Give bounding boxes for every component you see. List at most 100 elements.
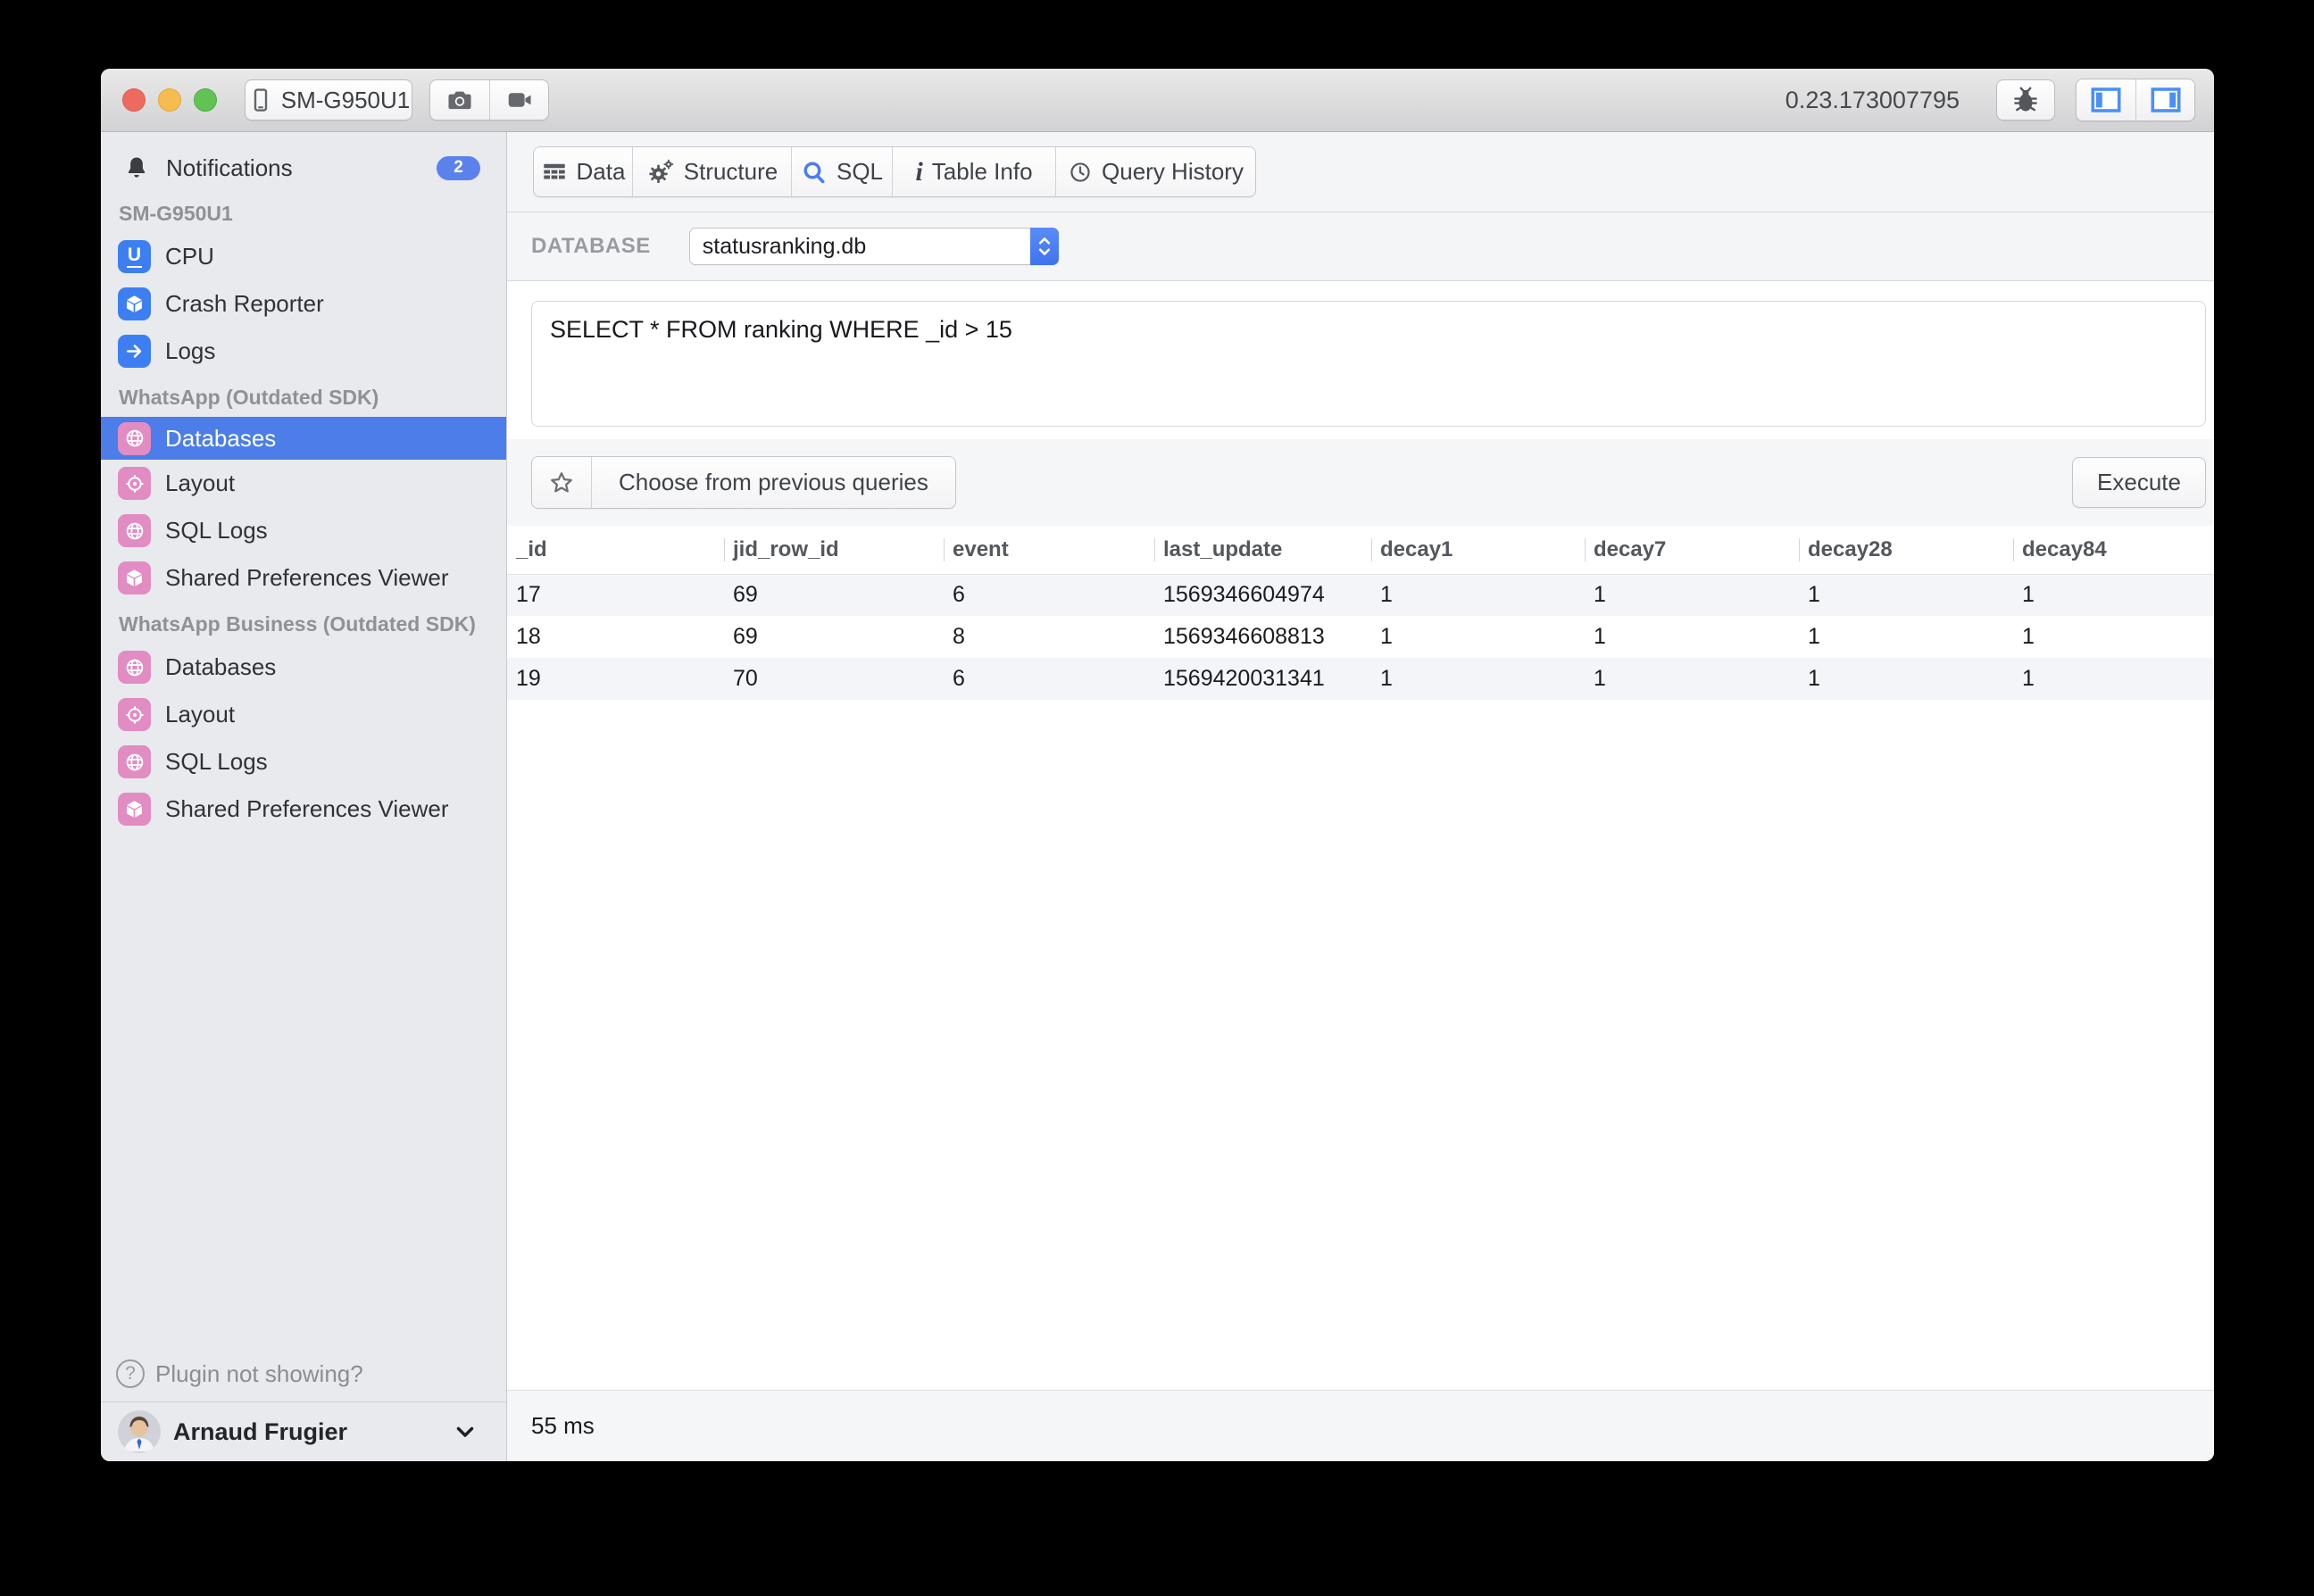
traffic-lights [122,69,217,131]
table-cell: 1 [1371,574,1585,616]
plugin-help-link[interactable]: ? Plugin not showing? [101,1346,506,1401]
sidebar-item-sql-logs[interactable]: SQL Logs [101,738,506,786]
tab-query-history[interactable]: Query History [1055,147,1255,196]
table-cell: 1 [2013,616,2214,658]
globe-icon [118,651,151,684]
database-label: DATABASE [531,234,651,259]
tab-label: Table Info [932,158,1033,186]
column-header-decay1[interactable]: decay1 [1371,526,1585,574]
column-header-decay28[interactable]: decay28 [1799,526,2013,574]
query-editor-section: SELECT * FROM ranking WHERE _id > 15 [507,281,2214,439]
screen-record-button[interactable] [489,80,548,120]
table-cell: 1569420031341 [1154,658,1371,700]
plugin-label: Shared Preferences Viewer [165,564,448,592]
tab-label: Structure [684,158,778,186]
right-panel-icon [2150,85,2182,115]
notifications-label: Notifications [166,154,293,182]
table-cell: 6 [944,574,1154,616]
table-cell: 6 [944,658,1154,700]
table-cell: 1 [1371,658,1585,700]
star-icon [548,470,575,496]
sidebar-section-header: WhatsApp Business (Outdated SDK) [101,602,506,644]
cube-icon [118,561,151,594]
cpu-icon: U [118,240,151,273]
sidebar-section-header: SM-G950U1 [101,191,506,233]
database-select-value: statusranking.db [703,234,866,260]
user-menu[interactable]: Arnaud Frugier [101,1401,506,1461]
search-icon [801,159,828,186]
choose-previous-queries-button[interactable]: Choose from previous queries [591,457,955,508]
sidebar-item-crash-reporter[interactable]: Crash Reporter [101,280,506,328]
table-cell: 1 [1585,616,1799,658]
column-header-event[interactable]: event [944,526,1154,574]
table-row[interactable]: 1769615693466049741111 [507,574,2214,616]
tab-table-info[interactable]: iTable Info [892,147,1055,196]
capture-button-group [429,79,549,121]
sql-query-input[interactable]: SELECT * FROM ranking WHERE _id > 15 [531,301,2206,427]
sidebar-item-databases[interactable]: Databases [101,644,506,691]
chevron-down-icon [452,1418,479,1445]
database-selector-row: DATABASE statusranking.db [507,212,2214,281]
notifications-badge: 2 [437,156,480,180]
databases-plugin-panel: Data Structure SQLiTable InfoQuery History… [507,132,2214,1461]
history-icon [1068,160,1093,185]
query-duration: 55 ms [531,1412,595,1440]
plugin-label: Shared Preferences Viewer [165,795,448,823]
toggle-right-panel-button[interactable] [2135,79,2194,121]
column-header-last_update[interactable]: last_update [1154,526,1371,574]
sidebar-scroll-area[interactable]: Notifications 2 SM-G950U1UCPUCrash Repor… [101,132,506,1346]
table-icon [541,160,568,185]
arrow-right-icon [118,335,151,368]
left-panel-icon [2090,85,2122,115]
flipper-window: SM-G950U1 0.23.173007795 [101,69,2214,1461]
column-header-jid_row_id[interactable]: jid_row_id [724,526,944,574]
table-cell: 18 [507,616,724,658]
sidebar-item-shared-preferences-viewer[interactable]: Shared Preferences Viewer [101,786,506,833]
avatar [118,1410,161,1453]
tab-label: Data [577,158,626,186]
column-header-decay84[interactable]: decay84 [2013,526,2214,574]
favorite-query-button[interactable] [532,457,591,508]
sidebar-item-sql-logs[interactable]: SQL Logs [101,507,506,554]
screenshot-button[interactable] [430,80,489,120]
report-bug-button[interactable] [1996,79,2055,121]
table-row[interactable]: 1869815693466088131111 [507,616,2214,658]
panel-toggle-group [2076,79,2195,121]
sidebar-item-layout[interactable]: Layout [101,691,506,738]
device-name: SM-G950U1 [281,87,411,114]
column-header-decay7[interactable]: decay7 [1585,526,1799,574]
zoom-window-button[interactable] [194,88,217,112]
close-window-button[interactable] [122,88,146,112]
database-select[interactable]: statusranking.db [689,228,1059,265]
sidebar-item-shared-preferences-viewer[interactable]: Shared Preferences Viewer [101,554,506,602]
tab-structure[interactable]: Structure [632,147,791,196]
view-tabs-row: Data Structure SQLiTable InfoQuery History [507,132,2214,212]
table-cell: 69 [724,616,944,658]
sidebar-item-layout[interactable]: Layout [101,460,506,507]
device-selector-button[interactable]: SM-G950U1 [245,79,412,121]
sidebar-item-notifications[interactable]: Notifications 2 [101,145,506,191]
sidebar-item-databases[interactable]: Databases [101,417,506,460]
status-bar: 55 ms [507,1390,2214,1461]
results-table: _idjid_row_ideventlast_updatedecay1decay… [507,526,2214,700]
sidebar-item-logs[interactable]: Logs [101,328,506,375]
toggle-left-panel-button[interactable] [2077,79,2135,121]
bug-icon [2010,85,2041,115]
tab-sql[interactable]: SQL [791,147,892,196]
user-name: Arnaud Frugier [173,1418,347,1446]
execute-button[interactable]: Execute [2072,457,2206,508]
column-header-_id[interactable]: _id [507,526,724,574]
sidebar-item-cpu[interactable]: UCPU [101,233,506,280]
phone-icon [247,87,274,113]
plugin-label: Layout [165,470,235,497]
globe-icon [118,422,151,455]
minimize-window-button[interactable] [158,88,181,112]
table-row[interactable]: 1970615694200313411111 [507,658,2214,700]
tab-data[interactable]: Data [534,147,632,196]
select-stepper-icon [1030,228,1059,265]
table-cell: 1 [1371,616,1585,658]
plugin-sidebar: Notifications 2 SM-G950U1UCPUCrash Repor… [101,132,507,1461]
table-cell: 1 [2013,658,2214,700]
plugin-label: Layout [165,701,235,728]
previous-queries-group: Choose from previous queries [531,456,956,509]
